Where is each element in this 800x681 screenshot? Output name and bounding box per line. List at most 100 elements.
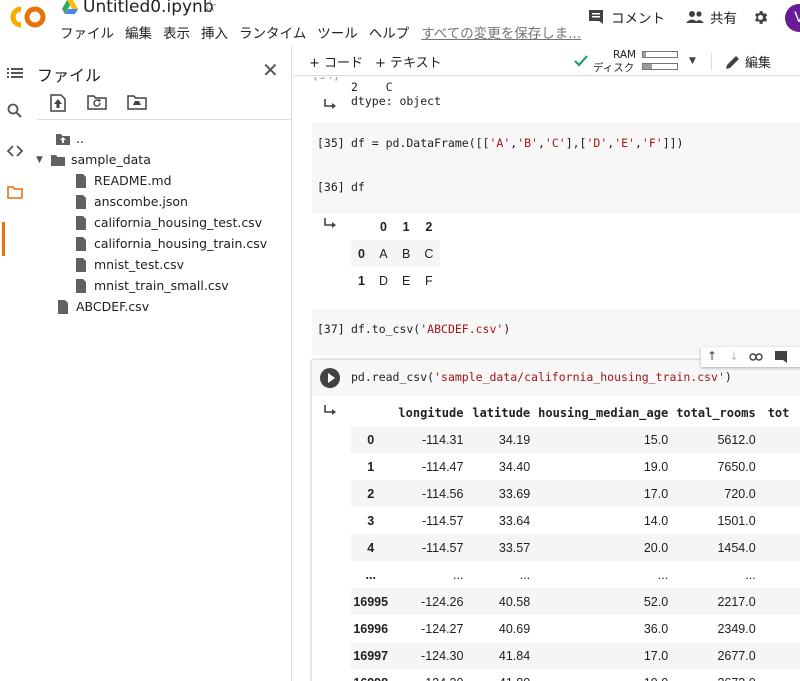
menu-help[interactable]: ヘルプ	[369, 22, 410, 42]
table-cell: D	[378, 273, 388, 288]
row-index: 1	[358, 273, 365, 288]
table-cell: 36.0	[643, 621, 669, 636]
folder-icon[interactable]	[7, 184, 23, 200]
table-cell: 1501.0	[717, 513, 756, 528]
toc-icon[interactable]	[7, 65, 23, 81]
move-up-icon[interactable]: ↑	[707, 349, 717, 363]
table-cell: ...	[453, 567, 464, 582]
table-cell: 17.0	[538, 480, 677, 507]
add-code-button[interactable]: + コード	[309, 52, 363, 71]
row-index: 3	[367, 513, 375, 528]
file-icon	[58, 299, 68, 314]
table-row: 1 -114.47 34.40 19.0 7650.0	[351, 453, 800, 480]
table-header-cell: housing_median_age	[538, 405, 669, 420]
close-icon[interactable]: ✕	[262, 58, 279, 82]
tree-parent[interactable]: ..	[55, 128, 84, 149]
tree-label: ABCDEF.csv	[76, 299, 150, 314]
table-cell: ...	[657, 567, 669, 582]
table-cell: ...	[745, 567, 756, 582]
comment-icon[interactable]	[774, 350, 788, 364]
tree-file[interactable]: anscombe.json	[73, 191, 188, 212]
move-down-icon[interactable]: ↓	[729, 349, 739, 363]
cell-code[interactable]: pd.read_csv('sample_data/california_hous…	[351, 370, 732, 384]
table-cell: ...	[519, 567, 531, 582]
table-cell: -124.30	[398, 669, 471, 681]
chevron-down-icon[interactable]: ▼	[36, 155, 50, 165]
comment-label: コメント	[611, 11, 665, 27]
file-icon	[76, 278, 86, 293]
cell-code[interactable]: df = pd.DataFrame([['A','B','C'],['D','E…	[351, 136, 683, 150]
divider	[711, 53, 712, 70]
menu-insert[interactable]: 挿入	[201, 22, 228, 42]
table-cell: 33.69	[471, 480, 539, 507]
table-row: 0 A B C	[351, 240, 441, 267]
edit-button[interactable]: 編集	[726, 52, 771, 71]
menu-file[interactable]: ファイル	[60, 22, 114, 42]
table-cell-clipped	[763, 426, 800, 453]
share-button[interactable]: 共有	[686, 7, 737, 27]
tree-label: README.md	[94, 173, 172, 188]
chevron-down-icon[interactable]: ▼	[689, 56, 696, 66]
code-string: 'B'	[517, 136, 538, 150]
tree-file[interactable]: README.md	[73, 170, 172, 191]
comment-button[interactable]: コメント	[588, 7, 665, 27]
table-header-cell: 0	[379, 219, 387, 234]
menu-tools[interactable]: ツール	[317, 22, 358, 42]
code-snippets-icon[interactable]	[7, 143, 23, 159]
avatar[interactable]: V	[785, 4, 800, 32]
add-text-button[interactable]: + テキスト	[375, 52, 442, 71]
code-cell-36[interactable]: [36] df	[312, 167, 800, 213]
drive-icon[interactable]	[62, 0, 78, 14]
settings-button[interactable]	[752, 9, 769, 26]
pencil-icon	[726, 56, 739, 69]
row-index: 1	[367, 459, 375, 474]
table-cell: 720.0	[676, 480, 764, 507]
table-row: 4 -114.57 33.57 20.0 1454.0	[351, 534, 800, 561]
output-icon[interactable]	[323, 98, 337, 112]
link-icon[interactable]	[749, 352, 763, 362]
output-icon[interactable]	[323, 404, 337, 418]
tree-file[interactable]: mnist_test.csv	[73, 254, 184, 275]
menu-bar: ファイル 編集 表示 挿入 ランタイム ツール ヘルプ すべての変更を保存しま.…	[60, 22, 592, 42]
cell-code[interactable]: df	[351, 180, 365, 194]
upload-button[interactable]	[50, 94, 66, 116]
disk-meter[interactable]	[642, 63, 678, 70]
menu-view[interactable]: 表示	[163, 22, 190, 42]
menu-runtime[interactable]: ランタイム	[239, 22, 306, 42]
notebook-title[interactable]: Untitled0.ipynb	[83, 0, 214, 17]
menu-edit[interactable]: 編集	[125, 22, 152, 42]
table-cell: 2217.0	[676, 588, 764, 615]
table-header-cell: 1	[402, 219, 410, 234]
code-string: 'F'	[641, 136, 663, 150]
run-cell-button[interactable]	[320, 368, 340, 388]
tree-folder-sample-data[interactable]: ▼ sample_data	[36, 149, 151, 170]
code-text: df.to_csv(	[351, 322, 421, 336]
refresh-button[interactable]	[87, 94, 107, 114]
folder-icon	[51, 154, 65, 166]
save-status-link[interactable]: すべての変更を保存しま...	[421, 22, 581, 42]
code-cell-35[interactable]: [35] df = pd.DataFrame([['A','B','C'],['…	[312, 123, 800, 169]
table-cell: -114.47	[421, 459, 464, 474]
tree-label: mnist_test.csv	[94, 257, 184, 272]
code-string: 'D'	[586, 136, 608, 150]
ram-meter[interactable]	[642, 51, 678, 58]
table-cell-clipped	[763, 588, 800, 615]
cell-code[interactable]: df.to_csv('ABCDEF.csv')	[351, 322, 510, 336]
ram-fill	[643, 52, 647, 57]
table-cell: 52.0	[538, 588, 677, 615]
table-cell: 40.58	[471, 588, 539, 615]
tree-file[interactable]: california_housing_test.csv	[73, 212, 262, 233]
tree-file[interactable]: mnist_train_small.csv	[73, 275, 229, 296]
star-icon[interactable]: ☆	[203, 0, 217, 15]
upload-icon	[50, 94, 66, 112]
mount-drive-button[interactable]	[127, 94, 147, 114]
search-icon[interactable]	[7, 103, 23, 119]
output-icon[interactable]	[323, 217, 337, 231]
edit-label: 編集	[745, 56, 772, 71]
series-output-line: 2 C	[351, 80, 393, 94]
table-cell: A	[371, 240, 395, 267]
tree-file[interactable]: california_housing_train.csv	[73, 233, 267, 254]
colab-logo[interactable]	[10, 5, 46, 29]
file-icon	[76, 194, 86, 209]
tree-file[interactable]: ABCDEF.csv	[55, 296, 149, 317]
